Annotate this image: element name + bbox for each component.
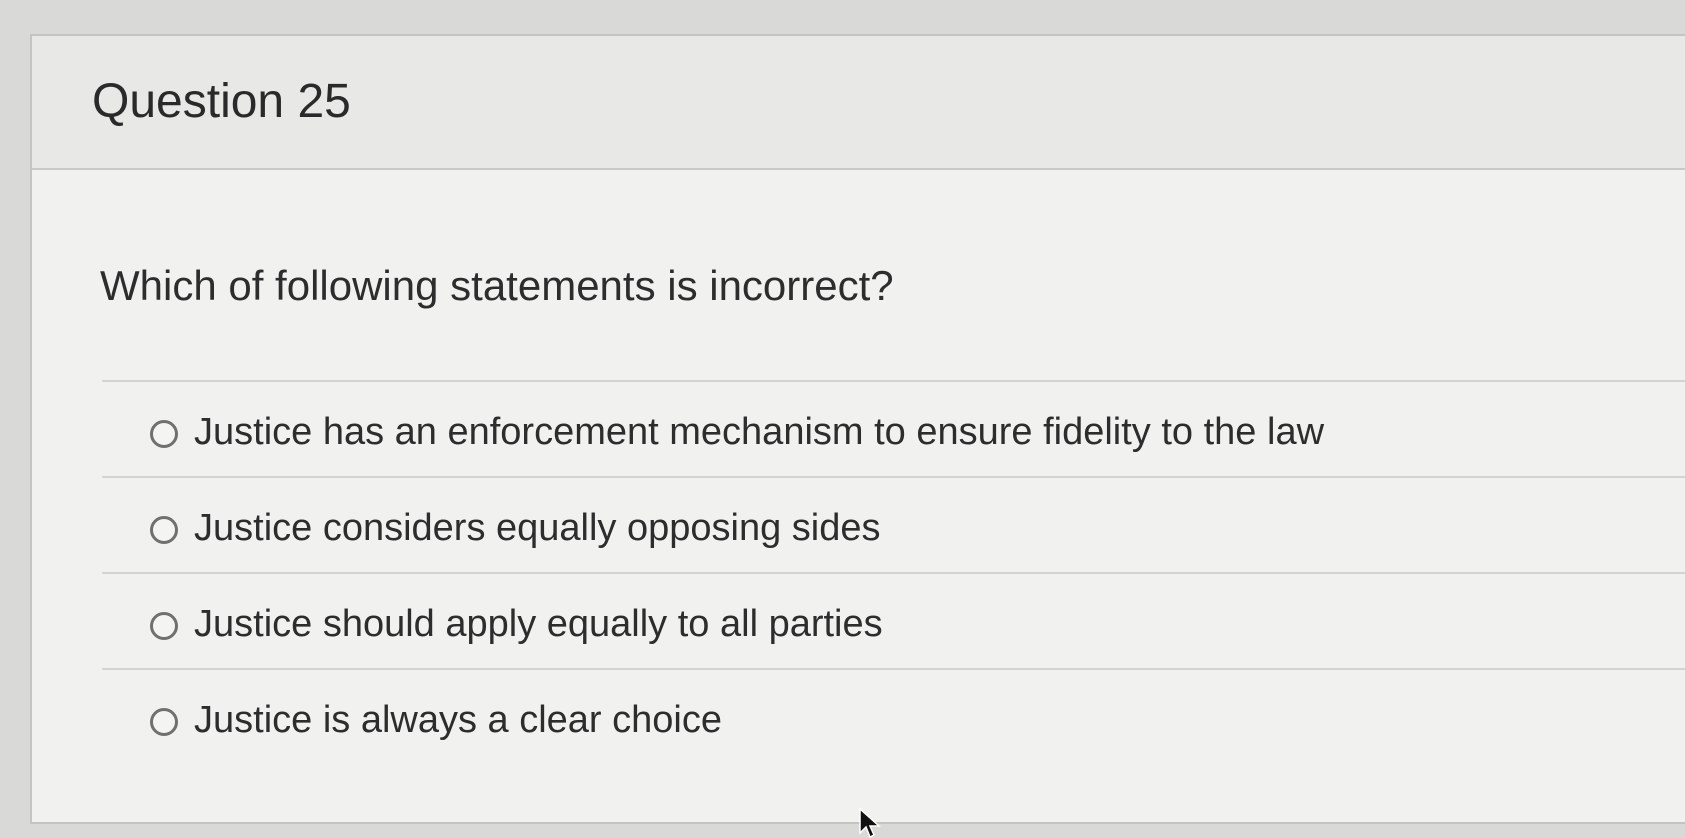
radio-button-icon[interactable] [150,420,178,448]
question-header: Question 25 [32,36,1685,170]
radio-button-icon[interactable] [150,708,178,736]
question-title: Question 25 [92,75,351,128]
mouse-pointer-icon [859,808,881,838]
answer-option-label[interactable]: Justice should apply equally to all part… [194,605,883,643]
radio-button-icon[interactable] [150,612,178,640]
quiz-question-card: Question 25 Which of following statement… [30,34,1685,824]
answer-option-label[interactable]: Justice considers equally opposing sides [194,509,881,547]
answer-option-1[interactable]: Justice has an enforcement mechanism to … [102,380,1685,476]
answer-option-4[interactable]: Justice is always a clear choice [102,668,1685,780]
question-prompt: Which of following statements is incorre… [100,262,894,309]
answer-option-2[interactable]: Justice considers equally opposing sides [102,476,1685,572]
answer-options-list: Justice has an enforcement mechanism to … [102,380,1685,780]
radio-button-icon[interactable] [150,516,178,544]
answer-option-label[interactable]: Justice has an enforcement mechanism to … [194,413,1324,451]
answer-option-label[interactable]: Justice is always a clear choice [194,701,722,739]
answer-option-3[interactable]: Justice should apply equally to all part… [102,572,1685,668]
